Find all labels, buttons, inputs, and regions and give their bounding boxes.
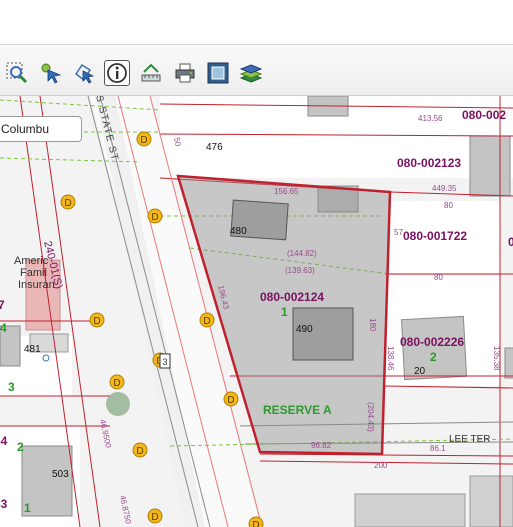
parcel-id: 080-001722 <box>403 229 467 243</box>
svg-text:D: D <box>136 446 143 457</box>
svg-text:D: D <box>151 512 158 523</box>
svg-text:D: D <box>252 520 259 527</box>
map-toolbar <box>0 45 513 96</box>
parcel-id-selected: 080-002124 <box>260 290 324 304</box>
building <box>354 493 466 527</box>
acreage-label: 1 <box>24 501 31 515</box>
tree-icon <box>106 392 130 416</box>
layers-tool-icon <box>240 64 262 83</box>
measure-tool[interactable] <box>138 60 164 86</box>
acreage-label: 4 <box>0 321 7 335</box>
acreage-label: 3 <box>8 380 15 394</box>
address-number: 490 <box>296 324 313 335</box>
dimension: 135.38 <box>492 346 501 371</box>
acreage-label: 2 <box>430 350 437 364</box>
hydrant-icon: D <box>147 208 163 224</box>
dimension: 180 <box>368 318 377 332</box>
svg-text:D: D <box>64 198 71 209</box>
print-tool-icon <box>175 63 195 83</box>
zoom-select-tool[interactable] <box>4 60 30 86</box>
hydrant-icon: D <box>199 312 215 328</box>
layers-tool[interactable] <box>238 60 264 86</box>
business-label-line: Insuran <box>18 279 55 291</box>
address-number: 480 <box>230 226 247 237</box>
hydrant-icon: D <box>223 391 239 407</box>
identify-info-tool[interactable] <box>104 60 130 86</box>
dimension: 413.56 <box>418 114 443 123</box>
dimension: 449.35 <box>432 184 457 193</box>
measure-tool-icon <box>141 63 161 82</box>
building <box>504 347 513 379</box>
building <box>469 475 513 527</box>
full-extent-tool[interactable] <box>205 60 231 86</box>
svg-text:D: D <box>227 395 234 406</box>
map-canvas[interactable]: D D D D D D D D D D D 3 S STATE ST LEE T… <box>0 96 513 527</box>
identify-info-tool-icon <box>107 63 127 83</box>
parcel-map[interactable]: D D D D D D D D D D D 3 S STATE ST LEE T… <box>0 96 513 527</box>
dimension: 80 <box>434 273 443 282</box>
dimension: 86.1 <box>430 444 446 453</box>
hydrant-icon: D <box>147 508 163 524</box>
dimension: 200 <box>374 461 388 470</box>
hydrant-icon: D <box>136 131 152 147</box>
hydrant-icon: D <box>109 374 125 390</box>
address-number: 503 <box>52 469 69 480</box>
hydrant-icon: D <box>132 442 148 458</box>
full-extent-tool-icon <box>207 62 229 84</box>
business-label-line: Famil <box>20 267 47 279</box>
location-search-input[interactable] <box>0 116 82 142</box>
dimension: 96.82 <box>311 441 332 450</box>
edge-label: 7 <box>0 298 5 312</box>
route-shield-label: 3 <box>162 357 167 367</box>
dimension: 57 <box>394 228 403 237</box>
svg-text:D: D <box>140 135 147 146</box>
business-label-line: Americ <box>14 255 49 267</box>
parcel-id: 080-002123 <box>397 156 461 170</box>
address-number: 20 <box>414 366 426 377</box>
edge-label: 34 <box>0 434 8 448</box>
address-number: 476 <box>206 142 223 153</box>
dimension: 138.46 <box>386 346 395 371</box>
reserve-a-label: RESERVE A <box>263 403 332 417</box>
select-arrow-tool[interactable] <box>38 60 64 86</box>
edge-label: 83 <box>0 497 8 511</box>
dimension: 80 <box>444 201 453 210</box>
zoom-select-tool-icon <box>6 62 28 84</box>
svg-text:D: D <box>203 316 210 327</box>
parcel-id: 080-002 <box>462 108 506 122</box>
select-polygon-tool-icon <box>74 63 95 84</box>
dimension: (139.63) <box>285 266 315 275</box>
svg-text:D: D <box>93 316 100 327</box>
svg-text:D: D <box>151 212 158 223</box>
address-number: 481 <box>24 344 41 355</box>
dimension: 156.65 <box>274 187 299 196</box>
dimension: (144.82) <box>287 249 317 258</box>
dimension: (204.43) <box>366 402 375 432</box>
svg-text:D: D <box>113 378 120 389</box>
acreage-label: 2 <box>17 440 24 454</box>
hydrant-icon: D <box>89 312 105 328</box>
parcel-id: 080-002226 <box>400 335 464 349</box>
parcel-id: 080 <box>508 235 513 249</box>
hydrant-icon: D <box>248 516 264 527</box>
acreage-label: 1 <box>281 305 288 319</box>
street-label-lee-ter: LEE TER <box>449 434 491 445</box>
print-tool[interactable] <box>172 60 198 86</box>
hydrant-icon: D <box>60 194 76 210</box>
building <box>469 135 511 197</box>
select-polygon-tool[interactable] <box>71 60 97 86</box>
app-header <box>0 0 513 45</box>
select-arrow-tool-icon <box>41 63 62 84</box>
